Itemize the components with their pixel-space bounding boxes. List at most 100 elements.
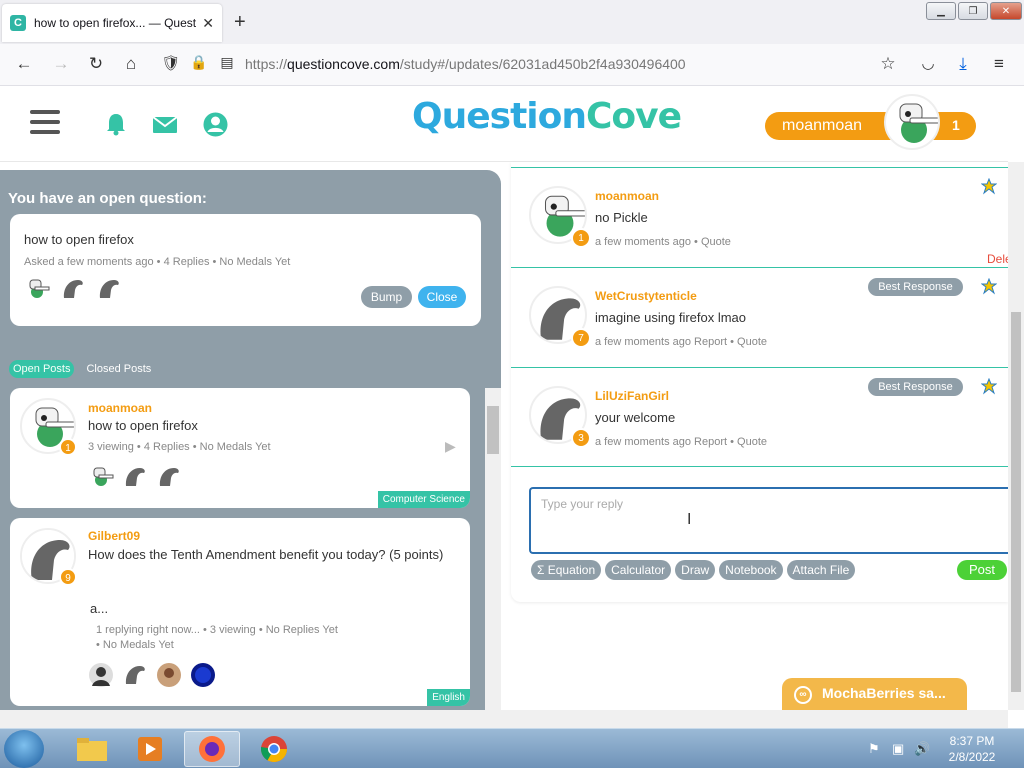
windows-start-button[interactable]: [4, 730, 44, 768]
minimize-button[interactable]: ▁: [926, 2, 956, 20]
best-response-button[interactable]: Best Response: [868, 378, 963, 396]
dolphin-avatar-icon: [125, 666, 145, 684]
user-level-badge: 7: [571, 328, 591, 348]
pocket-icon[interactable]: ◡: [917, 54, 939, 72]
menu-icon[interactable]: ≡: [988, 54, 1010, 74]
browser-tab[interactable]: C how to open firefox... — Questi ✕: [2, 4, 222, 42]
post-meta-medals: • No Medals Yet: [96, 639, 174, 651]
reply-meta[interactable]: a few moments ago Report • Quote: [595, 336, 767, 348]
post-text[interactable]: how to open firefox: [88, 417, 448, 435]
url-bar[interactable]: https://questioncove.com/study#/updates/…: [156, 49, 906, 81]
firefox-icon: [199, 736, 225, 762]
post-username[interactable]: Gilbert09: [88, 529, 140, 543]
subject-tag[interactable]: Computer Science: [377, 491, 470, 508]
site-header: QuestionCove moanmoan: [0, 86, 1008, 162]
user-avatar-icon: [89, 663, 113, 687]
bell-icon[interactable]: [105, 112, 127, 136]
draw-button[interactable]: Draw: [675, 560, 716, 580]
profile-icon[interactable]: [203, 112, 228, 137]
pickle-avatar-icon: [29, 279, 50, 298]
firefox-taskbar-icon[interactable]: [184, 731, 240, 767]
reply-username[interactable]: WetCrustytenticle: [595, 289, 697, 303]
tab-closed-posts[interactable]: Closed Posts: [82, 360, 155, 378]
medal-icon[interactable]: [981, 378, 997, 396]
reply-username[interactable]: moanmoan: [595, 189, 659, 203]
open-question-meta: Asked a few moments ago • 4 Replies • No…: [24, 256, 291, 268]
clock-time: 8:37 PM: [949, 734, 995, 748]
reply-username[interactable]: LilUziFanGirl: [595, 389, 669, 403]
best-response-button[interactable]: Best Response: [868, 278, 963, 296]
new-tab-button[interactable]: +: [234, 11, 246, 34]
medal-icon[interactable]: [981, 278, 997, 296]
notebook-button[interactable]: Notebook: [719, 560, 783, 580]
browser-nav-bar: ← → ↻ ⌂ 🛡 🔒 ▤ https://questioncove.com/s…: [0, 44, 1024, 86]
user-badge-count: 1: [952, 117, 960, 133]
open-question-text: how to open firefox: [24, 232, 134, 247]
media-player-taskbar-icon[interactable]: [122, 731, 178, 767]
reply-text: no Pickle: [595, 210, 648, 225]
post-tabs: Open Posts Closed Posts: [9, 360, 155, 378]
reply-meta[interactable]: a few moments ago • Quote: [595, 236, 731, 248]
reply-meta[interactable]: a few moments ago Report • Quote: [595, 436, 767, 448]
mail-icon[interactable]: [152, 116, 178, 134]
reply-tools: Σ Equation Calculator Draw Notebook Atta…: [531, 560, 856, 580]
reload-icon[interactable]: ↻: [85, 54, 107, 74]
reply-item: 3 LilUziFanGirl your welcome a few momen…: [511, 367, 1008, 467]
post-excerpt: a...: [90, 601, 109, 616]
dolphin-avatar-icon: [63, 280, 83, 298]
chat-infinity-icon: ∞: [794, 686, 812, 704]
post-reply-button[interactable]: Post: [957, 560, 1007, 580]
user-avatar-icon: [191, 663, 215, 687]
forward-icon[interactable]: →: [50, 54, 72, 74]
hamburger-menu-icon[interactable]: [30, 110, 60, 134]
tab-open-posts[interactable]: Open Posts: [9, 360, 75, 378]
maximize-button[interactable]: ❐: [958, 2, 988, 20]
dolphin-avatar-icon: [125, 468, 145, 486]
open-question-card[interactable]: how to open firefox Asked a few moments …: [10, 214, 481, 326]
posts-scrollbar[interactable]: [485, 388, 501, 710]
horizontal-scrollbar[interactable]: [0, 710, 1008, 728]
close-question-button[interactable]: Close: [418, 286, 466, 308]
download-icon[interactable]: ⤓: [952, 54, 974, 74]
chat-notification[interactable]: ∞ MochaBerries sa...: [782, 678, 967, 710]
post-text[interactable]: How does the Tenth Amendment benefit you…: [88, 546, 448, 564]
clock-date: 2/8/2022: [948, 750, 996, 764]
pickle-avatar-icon: [899, 103, 938, 143]
play-arrow-icon[interactable]: ▶: [445, 438, 456, 455]
post-username[interactable]: moanmoan: [88, 401, 152, 415]
chat-label: MochaBerries sa...: [822, 685, 946, 701]
bump-button[interactable]: Bump: [361, 286, 412, 308]
window-close-button[interactable]: ✕: [990, 2, 1022, 20]
questioncove-logo[interactable]: QuestionCove: [412, 96, 682, 137]
user-level-badge: 1: [571, 228, 591, 248]
post-card[interactable]: 9 Gilbert09 How does the Tenth Amendment…: [10, 518, 470, 706]
post-meta: 3 viewing • 4 Replies • No Medals Yet: [88, 441, 271, 453]
equation-button[interactable]: Σ Equation: [531, 560, 602, 580]
back-icon[interactable]: ←: [13, 54, 35, 74]
user-avatar[interactable]: [884, 94, 940, 150]
action-center-icon[interactable]: ⚑: [868, 741, 880, 757]
open-question-heading: You have an open question:: [8, 190, 207, 207]
explorer-taskbar-icon[interactable]: [64, 731, 120, 767]
home-icon[interactable]: ⌂: [120, 54, 142, 74]
bookmark-star-icon[interactable]: ☆: [877, 54, 899, 74]
subject-tag[interactable]: English: [427, 689, 470, 706]
tab-close-icon[interactable]: ✕: [202, 15, 214, 32]
reply-textarea[interactable]: Type your reply I: [529, 487, 1008, 554]
replies-panel: 1 moanmoan no Pickle a few moments ago •…: [511, 162, 1012, 602]
user-pill[interactable]: moanmoan: [765, 112, 976, 140]
page-scrollbar[interactable]: [1008, 162, 1024, 710]
system-clock[interactable]: 8:37 PM 2/8/2022: [940, 733, 1004, 765]
post-card[interactable]: 1 moanmoan how to open firefox 3 viewing…: [10, 388, 470, 508]
reply-item: 7 WetCrustytenticle imagine using firefo…: [511, 267, 1008, 367]
calculator-button[interactable]: Calculator: [605, 560, 672, 580]
network-icon[interactable]: ▣: [892, 741, 904, 757]
username-label: moanmoan: [782, 117, 863, 134]
attach-file-button[interactable]: Attach File: [786, 560, 856, 580]
medal-icon[interactable]: [981, 178, 997, 196]
volume-icon[interactable]: 🔊: [914, 741, 930, 757]
reply-placeholder: Type your reply: [541, 497, 624, 511]
text-cursor-icon: I: [687, 511, 692, 528]
user-level-badge: 3: [571, 428, 591, 448]
chrome-taskbar-icon[interactable]: [246, 731, 302, 767]
